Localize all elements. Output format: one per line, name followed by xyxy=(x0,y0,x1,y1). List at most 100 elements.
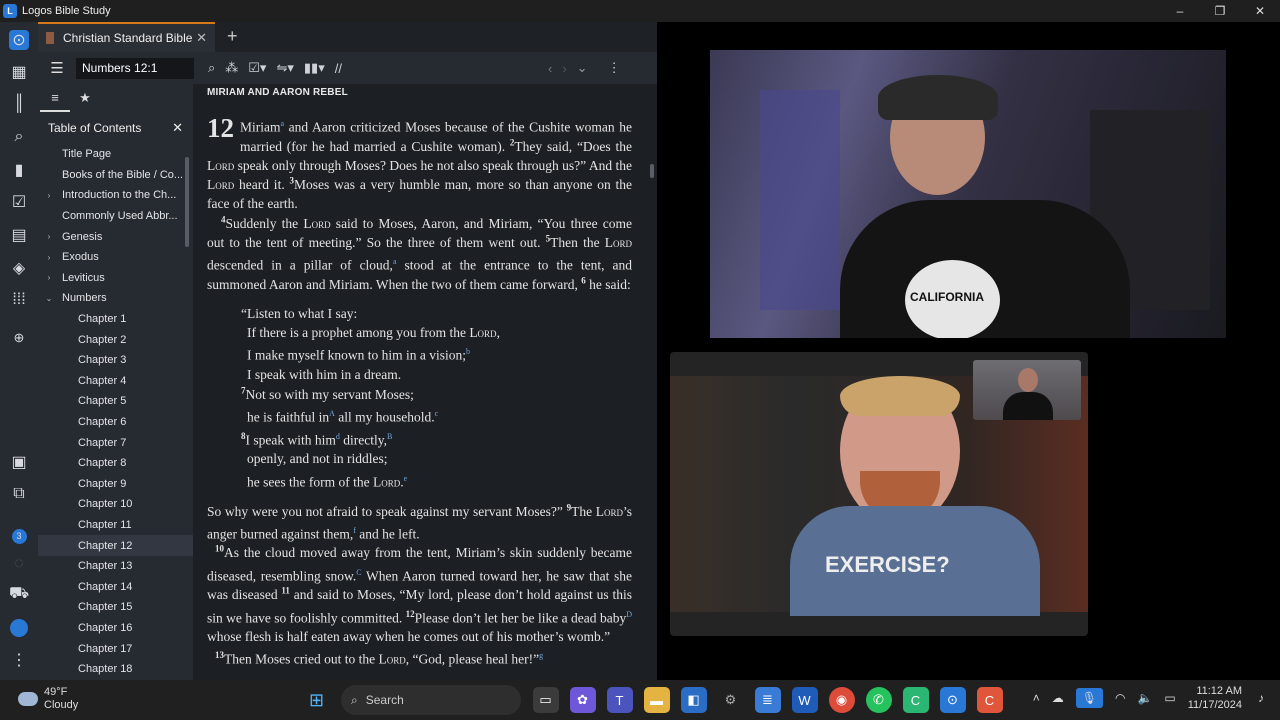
library-icon[interactable]: ║ xyxy=(9,94,29,114)
visual-filters-icon[interactable]: ☑▾ xyxy=(248,60,266,76)
expand-chevron-icon[interactable]: › xyxy=(44,273,54,282)
teams-icon[interactable]: T xyxy=(606,687,633,713)
toc-item[interactable]: Chapter 15 xyxy=(38,597,193,618)
wifi-icon[interactable]: ◠ xyxy=(1115,691,1125,705)
start-icon[interactable]: ⊞ xyxy=(304,687,330,713)
documents-icon[interactable]: ▤ xyxy=(9,225,29,245)
search-icon[interactable]: ⌕ xyxy=(208,60,215,76)
copilot-icon[interactable]: ✿ xyxy=(569,687,596,713)
guides-icon[interactable]: ▮ xyxy=(9,160,29,180)
battery-icon[interactable]: ▭ xyxy=(1164,691,1175,705)
information-icon[interactable]: ⁂ xyxy=(225,60,238,76)
onedrive-icon[interactable]: ☁ xyxy=(1052,691,1064,705)
toc-item[interactable]: Books of the Bible / Co... xyxy=(38,165,193,186)
minimize-button[interactable]: – xyxy=(1160,4,1200,18)
toc-item-label: Commonly Used Abbr... xyxy=(62,210,178,223)
settings-icon[interactable]: ⚙ xyxy=(718,687,744,713)
toc-item[interactable]: Chapter 17 xyxy=(38,638,193,659)
cart-icon[interactable]: ⛟ xyxy=(9,584,29,604)
toc-item[interactable]: Chapter 16 xyxy=(38,618,193,639)
toc-item[interactable]: Chapter 12 xyxy=(38,535,193,556)
chevron-up-icon[interactable]: ˄ xyxy=(1033,691,1040,705)
notepad-icon[interactable]: ≣ xyxy=(754,687,781,713)
reader-scrollbar[interactable] xyxy=(650,164,654,178)
parallel-icon[interactable]: // xyxy=(335,61,342,76)
toc-list: Title Page Books of the Bible / Co... › Int… xyxy=(38,144,193,679)
toc-item[interactable]: Chapter 7 xyxy=(38,432,193,453)
more-icon[interactable]: ⋮ xyxy=(9,650,29,670)
favorites-tab-icon[interactable]: ★ xyxy=(70,84,100,112)
panel-menu-icon[interactable]: ☰ xyxy=(46,57,68,79)
search-home-icon[interactable]: ⊙ xyxy=(9,30,29,50)
close-window-button[interactable]: ✕ xyxy=(1240,4,1280,18)
recorder-icon[interactable]: C xyxy=(976,687,1003,713)
dashboard-icon[interactable]: ▦ xyxy=(9,62,29,82)
task-view-icon[interactable]: ▭ xyxy=(532,687,559,713)
checklist-icon[interactable]: ☑ xyxy=(9,192,29,212)
shield-icon[interactable]: ◈ xyxy=(9,258,29,278)
left-rail: ⊙ ▦ ║ ⌕ ▮ ☑ ▤ ◈ ⁞⁞⁞ ⊕ ▣ ⧉ 3 ◌ ⛟ ⋮ xyxy=(0,22,38,680)
toc-item[interactable]: › Leviticus xyxy=(38,268,193,289)
expand-chevron-icon[interactable]: › xyxy=(44,191,54,200)
add-icon[interactable]: ⊕ xyxy=(9,328,29,348)
logos-taskbar-icon[interactable]: ⊙ xyxy=(939,687,966,713)
toc-item[interactable]: Chapter 10 xyxy=(38,494,193,515)
linking-icon[interactable]: ⇋▾ xyxy=(276,60,293,76)
toc-item-label: Chapter 4 xyxy=(78,374,127,387)
toc-item[interactable]: ⌄ Numbers xyxy=(38,288,193,309)
close-toc-icon[interactable]: ✕ xyxy=(172,120,183,136)
toc-item[interactable]: Chapter 18 xyxy=(38,659,193,680)
store-icon[interactable]: ◧ xyxy=(680,687,707,713)
whatsapp-icon[interactable]: ✆ xyxy=(865,687,892,713)
toc-item-label: Chapter 1 xyxy=(78,313,127,326)
maximize-button[interactable]: ❐ xyxy=(1200,4,1240,18)
toc-item[interactable]: › Introduction to the Ch... xyxy=(38,185,193,206)
search-icon[interactable]: ⌕ xyxy=(9,127,29,147)
toc-item[interactable]: Chapter 4 xyxy=(38,371,193,392)
toc-item[interactable]: Chapter 3 xyxy=(38,350,193,371)
toc-item[interactable]: Chapter 14 xyxy=(38,576,193,597)
external-window-icon[interactable]: ⧉ xyxy=(9,484,29,504)
weather-widget[interactable]: 49°F Cloudy xyxy=(18,686,78,712)
toc-item[interactable]: Chapter 1 xyxy=(38,309,193,330)
toc-item[interactable]: Chapter 5 xyxy=(38,391,193,412)
back-icon[interactable]: ‹ xyxy=(548,61,552,76)
toc-item[interactable]: › Genesis xyxy=(38,226,193,247)
expand-chevron-icon[interactable]: › xyxy=(44,253,54,262)
forward-icon[interactable]: › xyxy=(562,61,566,76)
microphone-icon[interactable]: 🎙 xyxy=(1075,688,1103,708)
toc-item[interactable]: › Exodus xyxy=(38,247,193,268)
new-tab-button[interactable]: + xyxy=(227,22,238,52)
reference-box[interactable]: Numbers 12:1 xyxy=(76,57,194,79)
toc-item-label: Chapter 15 xyxy=(78,601,133,614)
close-tab-icon[interactable]: ✕ xyxy=(196,30,207,46)
toc-tab-icon[interactable]: ≡ xyxy=(40,84,70,112)
toc-item[interactable]: Chapter 6 xyxy=(38,412,193,433)
toc-item[interactable]: Chapter 8 xyxy=(38,453,193,474)
history-icon[interactable]: ⌄ xyxy=(577,60,588,76)
panel-options-icon[interactable]: ⋮ xyxy=(608,60,621,76)
volume-icon[interactable]: 🔈 xyxy=(1137,691,1152,705)
notifications-icon[interactable]: 3 xyxy=(9,526,29,546)
layout-icon[interactable]: ▣ xyxy=(9,452,29,472)
toc-item[interactable]: Commonly Used Abbr... xyxy=(38,206,193,227)
taskbar-search[interactable]: ⌕ Search xyxy=(341,685,521,715)
toc-item[interactable]: Chapter 9 xyxy=(38,474,193,495)
tab-christian-standard-bible[interactable]: Christian Standard Bible ✕ xyxy=(38,22,215,52)
notification-icon[interactable]: ♪ xyxy=(1258,691,1264,705)
toc-item[interactable]: Chapter 2 xyxy=(38,329,193,350)
layout-toggle-icon[interactable]: ▮▮▾ xyxy=(304,60,325,76)
toc-item[interactable]: Chapter 13 xyxy=(38,556,193,577)
account-icon[interactable] xyxy=(9,618,29,638)
toc-item[interactable]: Chapter 11 xyxy=(38,515,193,536)
chrome-icon[interactable]: ◉ xyxy=(828,687,855,713)
file-explorer-icon[interactable]: ▬ xyxy=(643,687,670,713)
toc-scrollbar[interactable] xyxy=(185,157,189,247)
expand-chevron-icon[interactable]: › xyxy=(44,232,54,241)
expand-chevron-icon[interactable]: ⌄ xyxy=(44,294,54,303)
toc-item[interactable]: Title Page xyxy=(38,144,193,165)
clock[interactable]: 11:12 AM 11/17/2024 xyxy=(1188,684,1242,712)
camtasia-icon[interactable]: C xyxy=(902,687,929,713)
tools-grid-icon[interactable]: ⁞⁞⁞ xyxy=(9,290,29,310)
word-icon[interactable]: W xyxy=(791,687,818,713)
